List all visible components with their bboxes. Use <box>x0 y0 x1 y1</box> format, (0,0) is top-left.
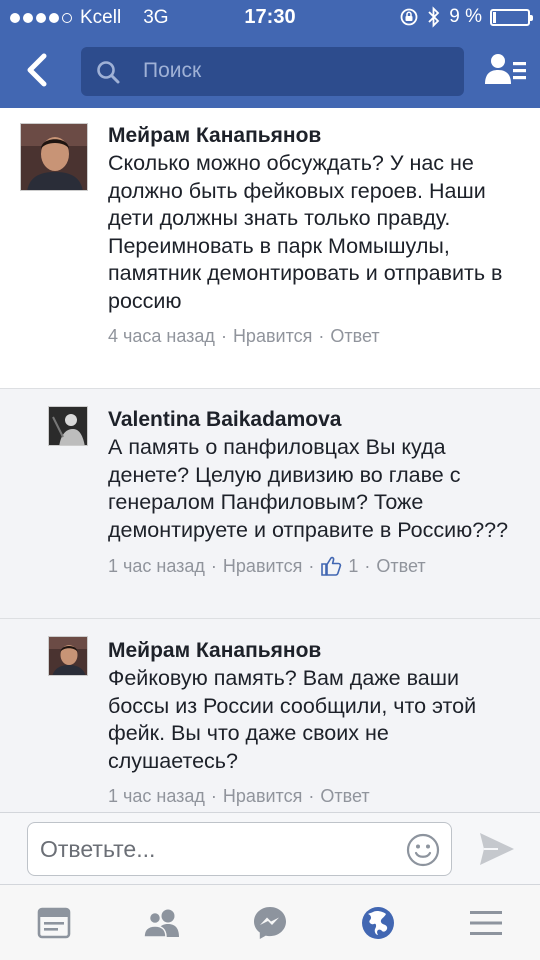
top-bar: Kcell 3G 17:30 9 % <box>0 0 540 108</box>
comment-text: А память о панфиловцах Вы куда денете? Ц… <box>108 435 509 542</box>
comment-text: Фейковую память? Вам даже ваши боссы из … <box>108 666 477 773</box>
comment-author[interactable]: Мейрам Канапьянов <box>108 637 520 665</box>
comment-thread[interactable]: Мейрам Канапьянов Сколько можно обсуждат… <box>0 108 540 812</box>
search-icon <box>97 61 120 84</box>
separator-dot: · <box>308 555 315 576</box>
like-link[interactable]: Нравится <box>223 556 302 577</box>
comment-meta: 1 час назад · Нравится · 1 · Ответ <box>108 555 520 577</box>
battery-icon <box>490 8 533 26</box>
friend-requests-icon[interactable] <box>484 50 528 90</box>
battery-percent: 9 % <box>449 6 482 27</box>
back-chevron-icon[interactable] <box>18 48 58 92</box>
separator-dot: · <box>210 555 217 576</box>
reply-bar <box>0 812 540 884</box>
messenger-icon <box>254 907 286 939</box>
notifications-globe-icon <box>362 907 394 939</box>
avatar[interactable] <box>48 636 88 676</box>
comment-reply: Мейрам Канапьянов Фейковую память? Вам д… <box>0 618 540 812</box>
bluetooth-icon <box>428 6 440 28</box>
comment-meta: 1 час назад · Нравится · Ответ <box>108 786 520 807</box>
like-link[interactable]: Нравится <box>233 326 312 347</box>
reply-link[interactable]: Ответ <box>330 326 379 347</box>
avatar[interactable] <box>20 123 88 191</box>
tab-notifications[interactable] <box>358 903 398 943</box>
separator-dot: · <box>308 786 315 806</box>
friends-icon <box>143 909 179 938</box>
search-bar[interactable] <box>81 47 464 96</box>
comment-timestamp: 1 час назад <box>108 555 205 576</box>
status-bar: Kcell 3G 17:30 9 % <box>0 0 540 36</box>
avatar[interactable] <box>48 406 88 446</box>
tab-news-feed[interactable] <box>34 903 74 943</box>
reply-link[interactable]: Ответ <box>320 786 369 807</box>
send-icon[interactable] <box>478 831 516 867</box>
search-input[interactable] <box>143 55 443 87</box>
separator-dot: · <box>318 326 325 346</box>
like-link[interactable]: Нравится <box>223 786 302 807</box>
thumbs-up-icon <box>320 555 342 577</box>
comment-meta: 4 часа назад · Нравится · Ответ <box>108 326 520 347</box>
comment-reply: Valentina Baikadamova А память о панфило… <box>0 388 540 618</box>
tab-bar <box>0 884 540 960</box>
separator-dot: · <box>364 555 371 576</box>
emoji-icon[interactable] <box>406 833 440 867</box>
comment-author[interactable]: Valentina Baikadamova <box>108 406 520 434</box>
menu-icon <box>470 911 502 935</box>
separator-dot: · <box>220 326 227 346</box>
comment-text: Сколько можно обсуждать? У нас не должно… <box>108 151 503 313</box>
news-feed-icon <box>37 907 71 939</box>
comment: Мейрам Канапьянов Сколько можно обсуждат… <box>0 108 540 388</box>
orientation-lock-icon <box>400 8 418 26</box>
tab-messenger[interactable] <box>250 903 290 943</box>
comment-timestamp: 4 часа назад <box>108 326 215 346</box>
like-count[interactable]: 1 <box>348 556 358 577</box>
reply-field[interactable] <box>27 822 452 876</box>
reply-input[interactable] <box>40 833 380 865</box>
tab-friends[interactable] <box>142 903 182 943</box>
tab-menu[interactable] <box>466 903 506 943</box>
separator-dot: · <box>210 786 217 806</box>
comment-author[interactable]: Мейрам Канапьянов <box>108 122 520 150</box>
reply-link[interactable]: Ответ <box>376 556 425 577</box>
comment-timestamp: 1 час назад <box>108 786 205 806</box>
